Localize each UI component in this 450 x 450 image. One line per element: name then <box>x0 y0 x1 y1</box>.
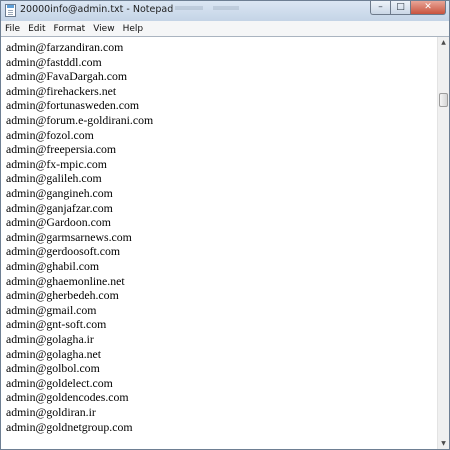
text-line: admin@golagha.net <box>6 346 102 361</box>
text-line: admin@gmail.com <box>6 302 97 317</box>
text-line: admin@golbol.com <box>6 361 100 376</box>
text-line: admin@firehackers.net <box>6 83 117 98</box>
menu-help[interactable]: Help <box>119 24 148 34</box>
notepad-window: 20000info@admin.txt - Notepad – □ ✕ File… <box>0 0 450 450</box>
text-line: admin@garmsarnews.com <box>6 229 132 244</box>
text-line: admin@ganjafzar.com <box>6 200 113 215</box>
text-line: admin@gnt-soft.com <box>6 317 107 332</box>
text-line: admin@FavaDargah.com <box>6 69 128 84</box>
text-line: admin@ghaemonline.net <box>6 273 125 288</box>
menu-view[interactable]: View <box>89 24 118 34</box>
text-line: admin@farzandiran.com <box>6 40 124 54</box>
text-line: admin@golagha.ir <box>6 332 94 346</box>
maximize-icon: □ <box>396 2 405 12</box>
text-line: admin@freepersia.com <box>6 142 117 157</box>
caption-buttons: – □ ✕ <box>370 1 446 16</box>
background-window-ghost <box>169 1 289 21</box>
text-line: admin@ghabil.com <box>6 259 100 273</box>
maximize-button[interactable]: □ <box>390 1 410 15</box>
text-line: admin@goldelect.com <box>6 375 113 390</box>
close-button[interactable]: ✕ <box>410 1 446 15</box>
text-line: admin@fortunasweden.com <box>6 98 140 113</box>
close-icon: ✕ <box>424 2 432 12</box>
menu-format[interactable]: Format <box>50 24 90 34</box>
text-line: admin@fx-mpic.com <box>6 156 107 171</box>
text-line: admin@fastddl.com <box>6 54 102 69</box>
arrow-down-icon: ▼ <box>441 440 446 447</box>
text-line: admin@fozol.com <box>6 127 94 142</box>
scroll-up-button[interactable]: ▲ <box>438 37 449 48</box>
text-line: admin@gerdoosoft.com <box>6 244 121 259</box>
text-line: admin@Gardoon.com <box>6 215 111 230</box>
text-content[interactable]: admin@farzandiran.com admin@fastddl.com ad… <box>1 37 437 449</box>
arrow-up-icon: ▲ <box>441 39 446 46</box>
minimize-button[interactable]: – <box>370 1 390 15</box>
scroll-down-button[interactable]: ▼ <box>438 438 449 449</box>
text-line: admin@forum.e-goldirani.com <box>6 113 154 127</box>
scroll-thumb[interactable] <box>439 93 448 107</box>
title-bar[interactable]: 20000info@admin.txt - Notepad – □ ✕ <box>1 1 449 21</box>
minimize-icon: – <box>378 2 383 12</box>
window-title: 20000info@admin.txt - Notepad <box>20 4 174 15</box>
menu-bar: File Edit Format View Help <box>1 21 449 36</box>
text-line: admin@goldencodes.com <box>6 390 129 405</box>
notepad-icon[interactable] <box>5 4 16 17</box>
menu-file[interactable]: File <box>1 24 24 34</box>
text-line: admin@gangineh.com <box>6 186 113 200</box>
text-line: admin@goldiran.ir <box>6 405 96 419</box>
menu-edit[interactable]: Edit <box>24 24 49 34</box>
text-line: admin@gherbedeh.com <box>6 288 119 303</box>
text-line: admin@goldnetgroup.com <box>6 419 133 434</box>
vertical-scrollbar[interactable]: ▲ ▼ <box>437 37 449 449</box>
text-editor[interactable]: admin@farzandiran.com admin@fastddl.com ad… <box>1 36 449 449</box>
text-line: admin@galileh.com <box>6 171 102 186</box>
